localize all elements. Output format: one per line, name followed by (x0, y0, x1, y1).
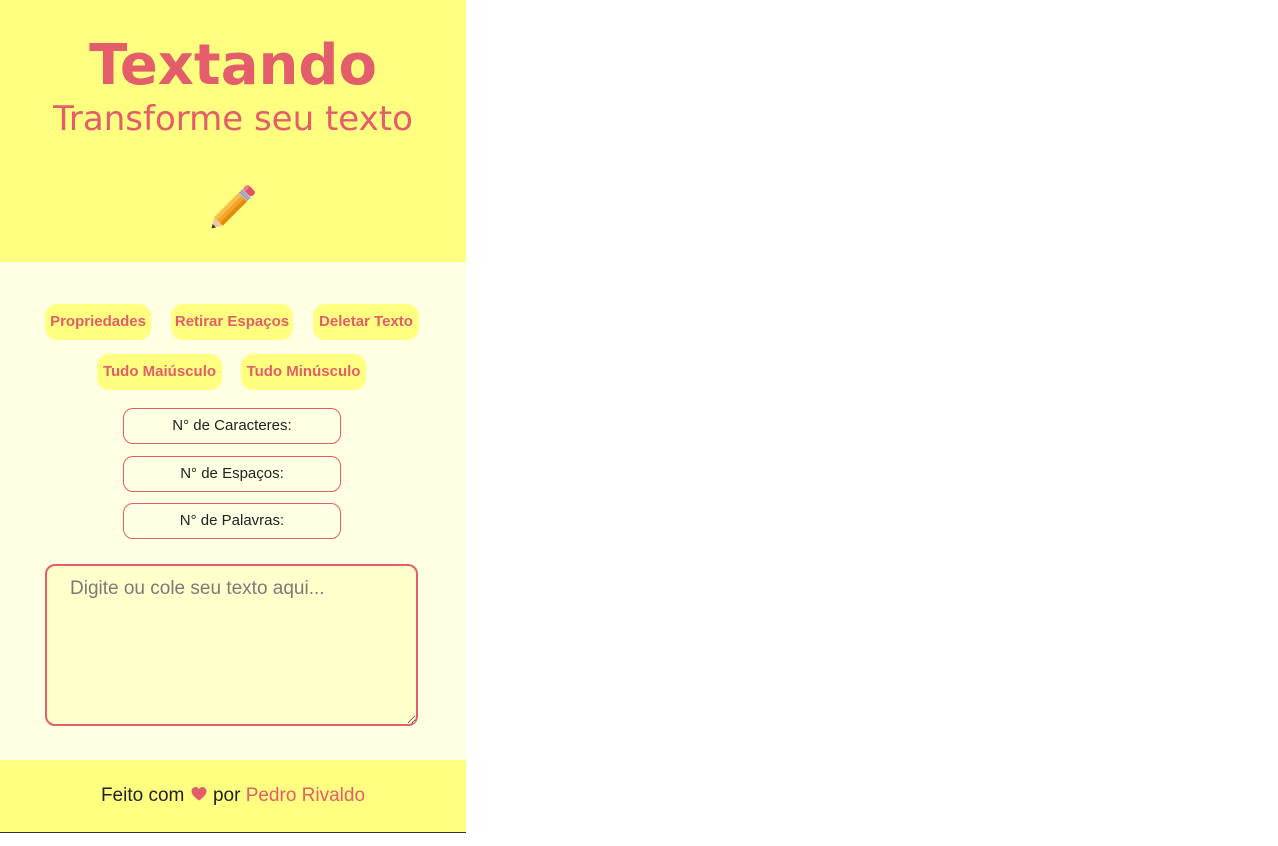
main-panel: Propriedades Retirar Espaços Deletar Tex… (0, 262, 466, 760)
remove-spaces-button[interactable]: Retirar Espaços (171, 304, 293, 340)
heart-icon (191, 786, 207, 801)
footer: Feito com por Pedro Rivaldo (0, 760, 466, 832)
footer-prefix: Feito com (100, 785, 185, 806)
header: Textando Transforme seu texto (0, 0, 466, 262)
delete-text-button[interactable]: Deletar Texto (313, 304, 419, 340)
app-container: Textando Transforme seu texto Propriedad… (0, 0, 466, 833)
app-title: Textando (89, 33, 377, 98)
properties-button[interactable]: Propriedades (45, 304, 151, 340)
pencil-icon (211, 185, 255, 229)
character-count: N° de Caracteres: (123, 408, 341, 444)
author-link[interactable]: Pedro Rivaldo (246, 785, 365, 806)
app-subtitle: Transforme seu texto (53, 99, 413, 139)
footer-middle: por (212, 785, 241, 806)
uppercase-button[interactable]: Tudo Maiúsculo (97, 354, 222, 390)
space-count: N° de Espaços: (123, 456, 341, 492)
word-count: N° de Palavras: (123, 503, 341, 539)
text-input[interactable] (45, 564, 418, 726)
lowercase-button[interactable]: Tudo Minúsculo (241, 354, 366, 390)
